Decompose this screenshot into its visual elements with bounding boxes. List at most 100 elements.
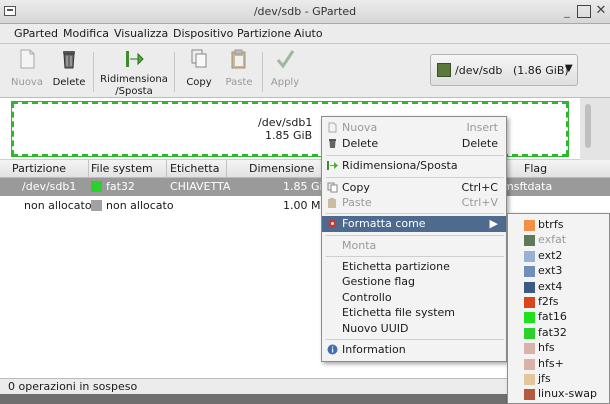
filesystem-color-swatch	[524, 220, 535, 231]
format-option-ext4[interactable]: ext4	[508, 279, 609, 295]
resize-arrow-icon	[327, 161, 338, 170]
device-selector[interactable]: /dev/sdb (1.86 GiB) ▼	[430, 54, 578, 86]
format-option-fat32[interactable]: fat32	[508, 325, 609, 341]
format-option-jfs[interactable]: jfs	[508, 371, 609, 387]
format-option-ext3[interactable]: ext3	[508, 263, 609, 279]
filesystem-color-swatch	[524, 343, 535, 355]
copy-button-label: Copy	[186, 77, 212, 88]
menu-visualizza[interactable]: Visualizza	[114, 27, 168, 40]
info-icon	[327, 344, 338, 355]
device-size: (1.86 GiB)	[513, 64, 569, 77]
ctx-check[interactable]: Controllo	[322, 290, 506, 306]
ctx-resize-label: Ridimensiona/Sposta	[342, 159, 458, 172]
ctx-new-uuid[interactable]: Nuovo UUID	[322, 321, 506, 337]
format-option-label: ext3	[538, 264, 563, 278]
ctx-new-label: Nuova	[342, 121, 378, 134]
ctx-delete-label: Delete	[342, 137, 379, 150]
filesystem-color-swatch	[524, 327, 535, 339]
ctx-mount[interactable]: Monta	[322, 238, 506, 254]
device-name: /dev/sdb	[455, 64, 503, 77]
paste-button-label: Paste	[225, 77, 253, 88]
format-option-hfs[interactable]: hfs+	[508, 356, 609, 372]
format-option-label: fat32	[538, 325, 567, 339]
filesystem-color-swatch	[91, 181, 102, 192]
menu-aiuto[interactable]: Aiuto	[294, 27, 323, 40]
copy-button[interactable]: Copy	[180, 48, 218, 89]
resize-move-button[interactable]: Ridimensiona /Sposta	[98, 48, 170, 98]
filesystem-color-swatch	[524, 281, 535, 293]
ctx-paste-label: Paste	[342, 196, 372, 209]
cell-label: CHIAVETTA	[170, 180, 231, 193]
column-header-flag[interactable]: Flag	[524, 162, 547, 175]
table-header: Partizione File system Etichetta Dimensi…	[0, 160, 610, 178]
format-option-label: linux-swap	[538, 387, 597, 401]
format-option-f2fs[interactable]: f2fs	[508, 294, 609, 310]
ctx-resize-move[interactable]: Ridimensiona/Sposta	[322, 158, 506, 174]
cell-partition: non allocato	[24, 199, 92, 212]
filesystem-color-swatch	[91, 200, 102, 211]
ctx-new[interactable]: Nuova Insert	[322, 120, 506, 136]
menu-bar: GParted Modifica Visualizza Dispositivo …	[0, 24, 610, 44]
format-option-label: hfs+	[538, 356, 564, 370]
disk-icon	[437, 63, 451, 77]
format-option-btrfs[interactable]: btrfs	[508, 217, 609, 233]
column-header-label[interactable]: Etichetta	[170, 162, 219, 175]
new-document-icon	[328, 122, 337, 133]
context-menu: Nuova Insert Delete Delete Ridimensiona/…	[321, 116, 507, 362]
ctx-new-uuid-label: Nuovo UUID	[342, 322, 409, 335]
ctx-format-as[interactable]: Formatta come ▶	[322, 216, 506, 232]
menu-separator	[326, 177, 504, 178]
title-bar: /dev/sdb - GParted _ ✕	[0, 0, 610, 24]
ctx-paste[interactable]: Paste Ctrl+V	[322, 195, 506, 211]
filesystem-color-swatch	[524, 374, 535, 385]
column-header-size[interactable]: Dimensione	[249, 162, 314, 175]
resize-move-label: Ridimensiona /Sposta	[98, 74, 170, 98]
paste-icon	[328, 198, 336, 208]
ctx-information-label: Information	[342, 343, 406, 356]
format-option-fat16[interactable]: fat16	[508, 309, 609, 325]
resize-label-line2: /Sposta	[115, 86, 153, 97]
trash-icon	[63, 51, 75, 69]
close-button[interactable]: ✕	[594, 4, 608, 18]
new-button-label: Nuova	[11, 77, 43, 88]
new-button[interactable]: Nuova	[8, 48, 46, 89]
menu-modifica[interactable]: Modifica	[63, 27, 109, 40]
cell-flag: msftdata	[503, 180, 553, 193]
paste-button[interactable]: Paste	[220, 48, 258, 89]
ctx-delete[interactable]: Delete Delete	[322, 136, 506, 152]
format-option-label: hfs	[538, 341, 555, 355]
minimize-button[interactable]: _	[560, 5, 574, 18]
apply-button-label: Apply	[270, 77, 300, 88]
format-option-ext2[interactable]: ext2	[508, 248, 609, 264]
ctx-fs-label[interactable]: Etichetta file system	[322, 305, 506, 321]
format-option-exfat[interactable]: exfat	[508, 232, 609, 248]
ctx-information[interactable]: Information	[322, 342, 506, 358]
format-option-hfs[interactable]: hfs	[508, 340, 609, 356]
column-header-partition[interactable]: Partizione	[12, 162, 66, 175]
column-header-filesystem[interactable]: File system	[91, 162, 153, 175]
format-option-label: f2fs	[538, 295, 559, 308]
menu-dispositivo[interactable]: Dispositivo	[173, 27, 233, 40]
format-option-label: ext4	[538, 279, 563, 293]
apply-button[interactable]: Apply	[266, 48, 304, 89]
menu-partizione[interactable]: Partizione	[237, 27, 291, 40]
format-option-linux-swap[interactable]: linux-swap	[508, 386, 609, 402]
menu-gparted[interactable]: GParted	[14, 27, 58, 40]
cell-partition: /dev/sdb1	[22, 180, 77, 193]
filesystem-color-swatch	[524, 250, 535, 262]
cell-filesystem: non allocato	[106, 199, 174, 212]
ctx-mount-label: Monta	[342, 239, 377, 252]
table-row[interactable]: /dev/sdb1 fat32 CHIAVETTA 1.85 GiB msftd…	[0, 178, 610, 196]
delete-button[interactable]: Delete	[50, 48, 88, 89]
scrollbar-thumb[interactable]	[585, 104, 591, 148]
ctx-manage-flags[interactable]: Gestione flag	[322, 274, 506, 290]
ctx-partition-label[interactable]: Etichetta partizione	[322, 259, 506, 275]
menu-separator	[326, 155, 504, 156]
menu-separator	[326, 235, 504, 236]
new-document-icon	[20, 49, 35, 69]
format-icon	[328, 219, 337, 228]
column-separator	[166, 160, 167, 178]
filesystem-color-swatch	[524, 266, 535, 278]
ctx-copy[interactable]: Copy Ctrl+C	[322, 180, 506, 196]
maximize-button[interactable]	[577, 5, 591, 18]
